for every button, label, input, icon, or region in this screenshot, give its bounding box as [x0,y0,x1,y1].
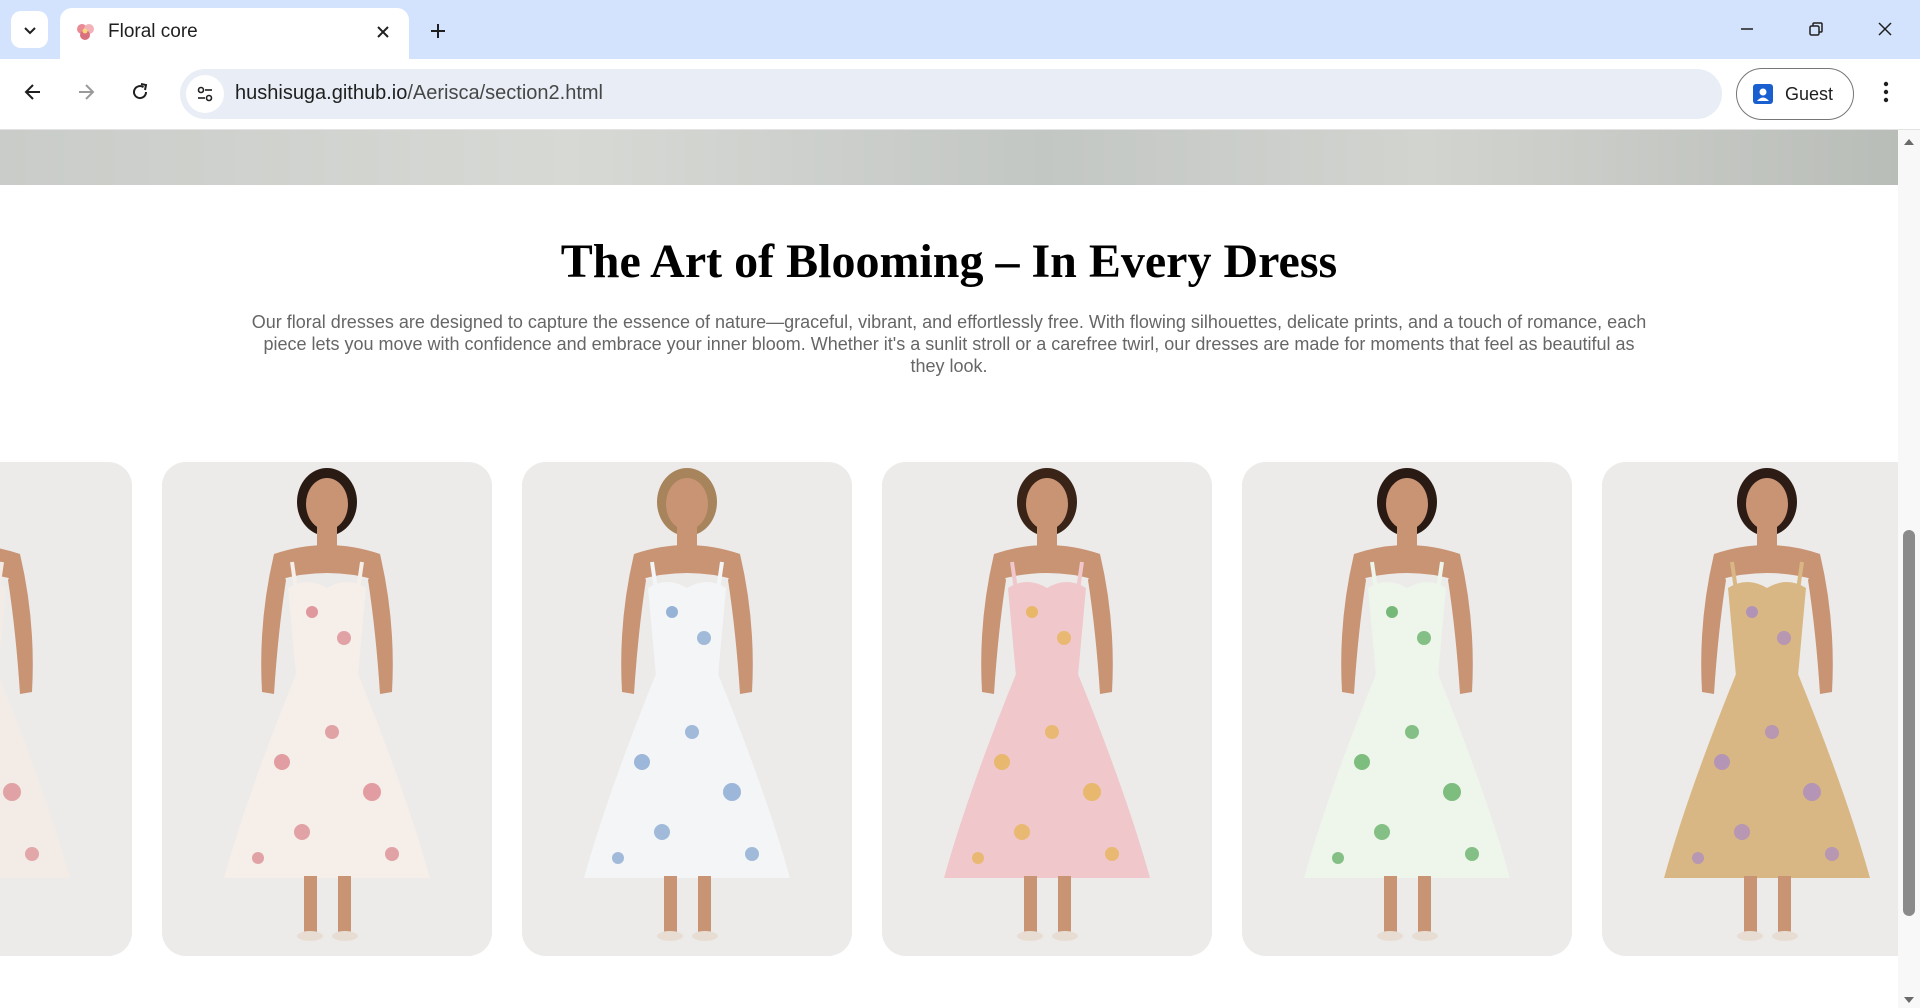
url-path: /Aerisca/section2.html [407,82,603,104]
close-tab-icon[interactable] [369,18,397,46]
url-host: hushisuga.github.io [235,82,408,104]
reload-button[interactable] [120,72,160,112]
dress-card-pink-floral[interactable] [162,462,492,956]
site-info-button[interactable] [186,75,224,113]
forward-button[interactable] [66,72,106,112]
dress-card-mustard-floral[interactable] [1602,462,1898,956]
profile-button[interactable]: Guest [1736,68,1854,120]
section-intro: Our floral dresses are designed to captu… [251,312,1647,376]
reload-icon [133,83,148,100]
dress-gallery [0,462,1898,956]
dress-card-green-floral[interactable] [1242,462,1572,956]
scrollbar-thumb[interactable] [1903,530,1915,916]
minimize-button[interactable] [1718,8,1776,50]
dress-card-pink-pleated[interactable] [882,462,1212,956]
page-scrollbar[interactable] [1898,130,1920,1008]
browser-toolbar: hushisuga.github.io/Aerisca/section2.htm… [0,59,1920,130]
profile-label: Guest [1785,83,1834,104]
hero-image-bottom [0,130,1898,185]
address-bar[interactable]: hushisuga.github.io/Aerisca/section2.htm… [180,69,1722,119]
model-photo [162,462,492,956]
minimize-icon [1741,28,1753,30]
scroll-up-arrow-icon[interactable] [1902,136,1916,148]
tab-strip: Floral core [0,0,1920,59]
plus-icon [431,24,445,38]
back-button[interactable] [13,72,53,112]
flower-favicon-icon [74,20,98,44]
section-headline: The Art of Blooming – In Every Dress [560,235,1338,288]
model-photo [1602,462,1898,956]
arrow-right-icon [79,84,95,100]
chevron-down-icon [23,26,36,34]
dress-card-blue-toile[interactable] [522,462,852,956]
scroll-down-arrow-icon[interactable] [1902,994,1916,1006]
model-photo [522,462,852,956]
model-photo [882,462,1212,956]
arrow-left-icon [24,84,40,100]
page-viewport: The Art of Blooming – In Every Dress Our… [0,130,1898,1008]
restore-button[interactable] [1787,8,1845,50]
close-window-button[interactable] [1856,8,1914,50]
tune-icon [197,86,213,102]
close-icon [1878,22,1892,36]
dress-card-partial[interactable] [0,462,132,956]
browser-menu-button[interactable] [1866,72,1906,112]
model-photo [0,462,132,956]
new-tab-button[interactable] [421,14,455,48]
url-text: hushisuga.github.io/Aerisca/section2.htm… [235,82,603,105]
more-vertical-icon [1883,81,1889,103]
model-photo [1242,462,1572,956]
tab-search-button[interactable] [11,11,48,48]
tab-title: Floral core [108,21,198,42]
restore-icon [1809,22,1823,36]
guest-profile-icon [1753,84,1773,104]
active-tab[interactable]: Floral core [60,8,409,59]
